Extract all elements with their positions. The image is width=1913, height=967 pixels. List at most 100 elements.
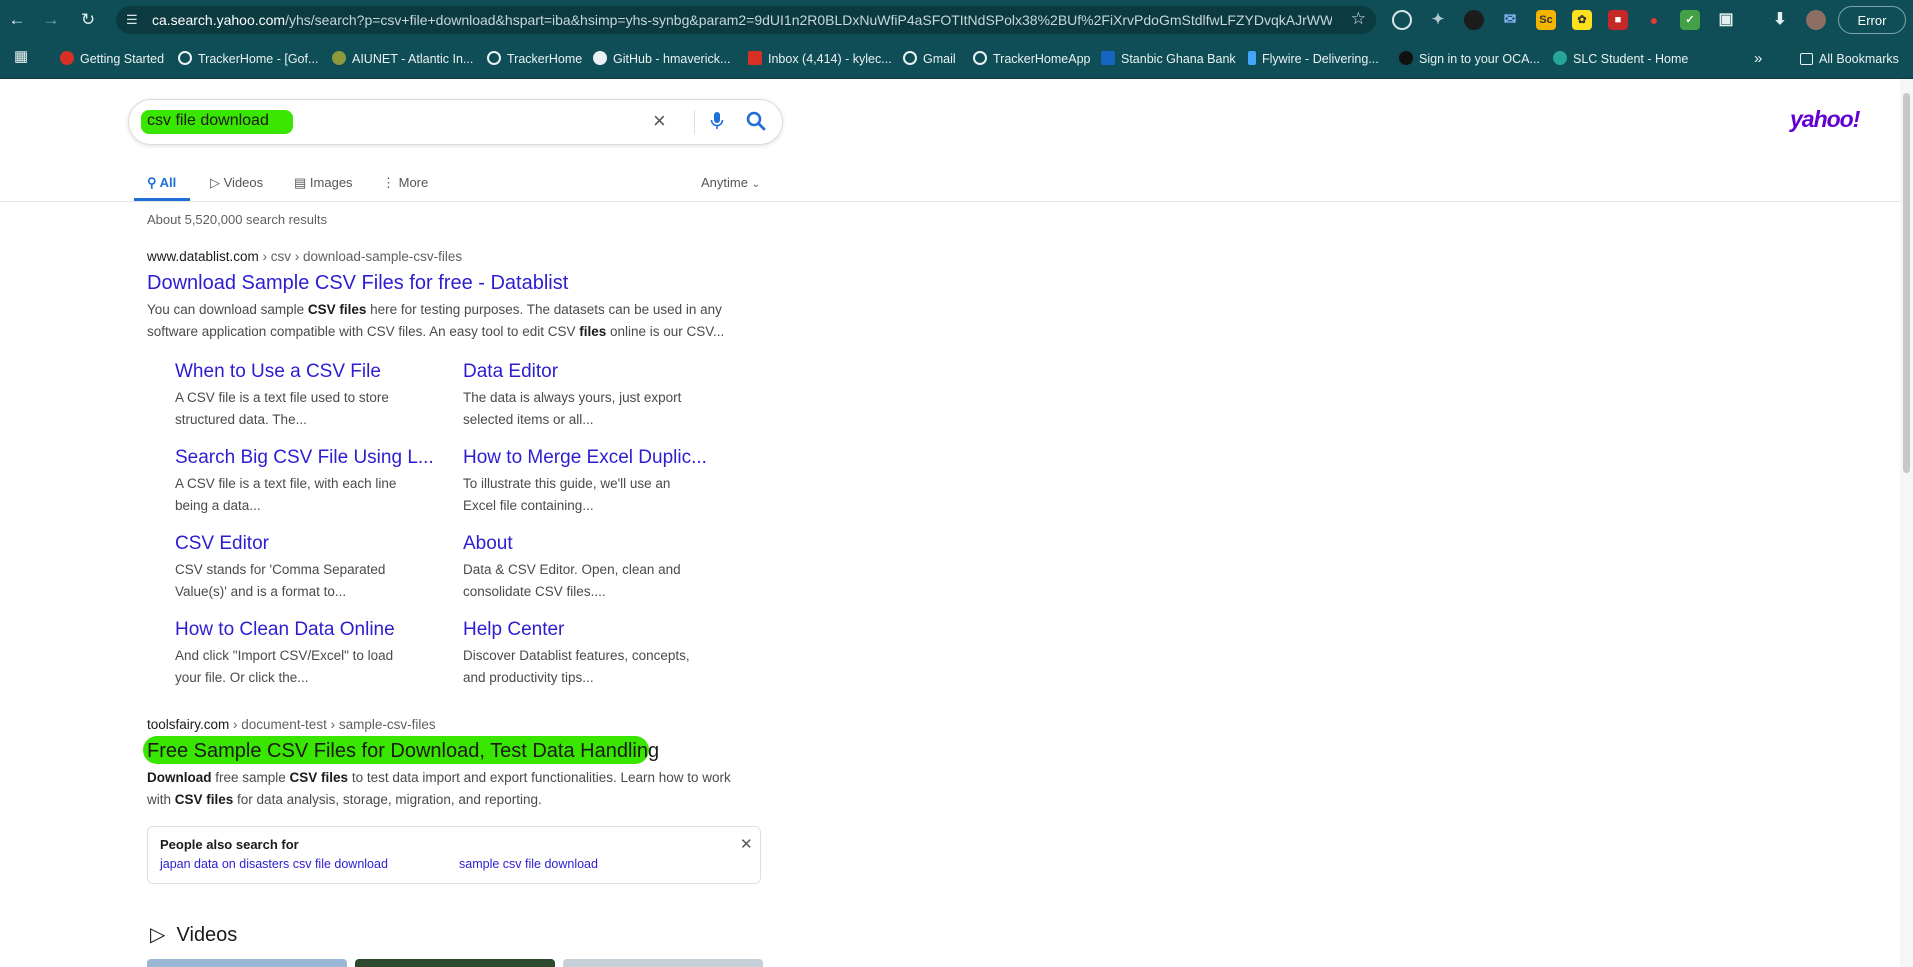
video-thumbnail[interactable] <box>563 959 763 967</box>
address-bar[interactable]: ☰ ca.search.yahoo.com/yhs/search?p=csv+f… <box>116 6 1376 34</box>
result-title[interactable]: Download Sample CSV Files for free - Dat… <box>147 272 568 295</box>
sitelink-snippet: To illustrate this guide, we'll use an E… <box>463 476 671 513</box>
bookmark-trackerhome-gof[interactable]: TrackerHome - [Gof... <box>178 50 318 68</box>
site-info-icon[interactable]: ☰ <box>126 11 144 29</box>
browser-toolbar: ← → ↻ ☰ ca.search.yahoo.com/yhs/search?p… <box>0 0 1913 40</box>
back-icon[interactable]: ← <box>6 9 28 31</box>
videos-heading[interactable]: ▷ Videos <box>150 922 237 947</box>
close-icon[interactable]: ✕ <box>740 835 753 853</box>
red-extension-icon[interactable]: ■ <box>1608 10 1628 30</box>
profile-error-button[interactable]: Error <box>1838 6 1906 34</box>
more-bookmarks-icon[interactable]: » <box>1754 50 1762 68</box>
sitelink-title[interactable]: CSV Editor <box>175 533 269 555</box>
video-thumbnail[interactable] <box>147 959 347 967</box>
sitelink-title[interactable]: Search Big CSV File Using L... <box>175 447 434 469</box>
slc-icon <box>1553 51 1567 65</box>
extensions-icon[interactable]: ▣ <box>1716 10 1736 30</box>
sitelink-title[interactable]: How to Clean Data Online <box>175 619 395 641</box>
microphone-icon[interactable] <box>710 110 724 137</box>
puzzle-extension-icon[interactable]: ✦ <box>1428 10 1448 30</box>
sitelink-snippet: Discover Datablist features, concepts, a… <box>463 648 690 685</box>
bookmark-oca[interactable]: Sign in to your OCA... <box>1399 50 1540 68</box>
bookmark-slc[interactable]: SLC Student - Home <box>1553 50 1688 68</box>
people-also-search-heading: People also search for <box>160 837 299 852</box>
flower-extension-icon[interactable]: ✿ <box>1572 10 1592 30</box>
yahoo-logo[interactable]: yahoo! <box>1790 106 1860 133</box>
gmail-icon <box>748 51 762 65</box>
sitelink-title[interactable]: How to Merge Excel Duplic... <box>463 447 707 469</box>
result-breadcrumb[interactable]: toolsfairy.com › document-test › sample-… <box>147 717 436 732</box>
globe-icon <box>973 51 987 65</box>
folder-icon <box>1800 53 1813 65</box>
profile-avatar[interactable] <box>1806 10 1826 30</box>
reload-icon[interactable]: ↻ <box>77 9 99 31</box>
tab-videos[interactable]: ▷ Videos <box>210 175 263 191</box>
download-icon[interactable]: ⬇ <box>1770 10 1790 30</box>
sitelink-snippet: The data is always yours, just export se… <box>463 390 682 427</box>
sitelink-title[interactable]: Data Editor <box>463 361 558 383</box>
bookmark-getting-started[interactable]: Getting Started <box>60 50 164 68</box>
bookmark-flywire[interactable]: Flywire - Delivering... <box>1248 50 1379 68</box>
related-search-link[interactable]: japan data on disasters csv file downloa… <box>160 857 388 871</box>
grammarly-extension-icon[interactable] <box>1392 10 1412 30</box>
sitelink-title[interactable]: Help Center <box>463 619 564 641</box>
bookmark-stanbic[interactable]: Stanbic Ghana Bank <box>1101 50 1236 68</box>
people-also-search-box: People also search for japan data on dis… <box>147 826 761 884</box>
result-title[interactable]: Free Sample CSV Files for Download, Test… <box>147 740 659 763</box>
result-breadcrumb[interactable]: www.datablist.com › csv › download-sampl… <box>147 249 462 264</box>
clear-icon[interactable]: × <box>653 108 666 134</box>
tab-images[interactable]: ▤ Images <box>294 175 353 191</box>
mail-extension-icon[interactable]: ✉ <box>1500 10 1520 30</box>
bookmarks-bar: ▦ Getting Started TrackerHome - [Gof... … <box>0 40 1913 79</box>
bookmark-inbox[interactable]: Inbox (4,414) - kylec... <box>748 50 892 68</box>
related-search-link[interactable]: sample csv file download <box>459 857 598 871</box>
all-bookmarks-button[interactable]: All Bookmarks <box>1800 50 1899 68</box>
result-count: About 5,520,000 search results <box>147 212 327 227</box>
page-scrollbar[interactable] <box>1900 79 1913 967</box>
flywire-icon <box>1248 51 1256 65</box>
bookmark-star-icon[interactable]: ☆ <box>1351 9 1366 29</box>
search-results-page: csv file download × yahoo! ⚲ All ▷ Video… <box>0 79 1913 967</box>
bookmark-aiunet[interactable]: AIUNET - Atlantic In... <box>332 50 473 68</box>
search-tabs: ⚲ All ▷ Videos ▤ Images ⋮ More Anytime ⌄ <box>0 161 1900 202</box>
green-extension-icon[interactable]: ✓ <box>1680 10 1700 30</box>
dark-extension-icon[interactable] <box>1464 10 1484 30</box>
play-icon: ▷ <box>210 175 220 190</box>
bookmark-gmail[interactable]: Gmail <box>903 50 956 68</box>
gmail-icon <box>60 51 74 65</box>
stanbic-icon <box>1101 51 1115 65</box>
sitelink-snippet: A CSV file is a text file, with each lin… <box>175 476 397 513</box>
tab-all[interactable]: ⚲ All <box>147 175 176 191</box>
bookmark-github[interactable]: GitHub - hmaverick... <box>593 50 730 68</box>
active-tab-underline <box>134 198 190 201</box>
globe-icon <box>487 51 501 65</box>
result-snippet: Download free sample CSV files to test d… <box>147 770 731 807</box>
sitelink-snippet: And click "Import CSV/Excel" to load you… <box>175 648 394 685</box>
bookmark-trackerhomeapp[interactable]: TrackerHomeApp <box>973 50 1091 68</box>
sitelink-title[interactable]: About <box>463 533 513 555</box>
apps-grid-icon[interactable]: ▦ <box>14 48 28 66</box>
search-box-divider <box>694 110 695 134</box>
aiunet-icon <box>332 51 346 65</box>
time-filter-dropdown[interactable]: Anytime ⌄ <box>701 175 760 190</box>
oc-icon <box>1399 51 1413 65</box>
search-box[interactable]: csv file download × <box>128 99 783 145</box>
scrollbar-thumb[interactable] <box>1903 93 1910 473</box>
sitelink-snippet: CSV stands for 'Comma Separated Value(s)… <box>175 562 386 599</box>
github-icon <box>593 51 607 65</box>
sitelink-title[interactable]: When to Use a CSV File <box>175 361 381 383</box>
tab-more[interactable]: ⋮ More <box>382 175 428 191</box>
search-icon[interactable] <box>745 110 767 137</box>
more-vertical-icon: ⋮ <box>382 175 395 190</box>
forward-icon[interactable]: → <box>40 9 62 31</box>
bookmark-trackerhome[interactable]: TrackerHome <box>487 50 582 68</box>
url-text[interactable]: ca.search.yahoo.com/yhs/search?p=csv+fil… <box>152 12 1332 29</box>
video-thumbnail[interactable] <box>355 959 555 967</box>
result-snippet: You can download sample CSV files here f… <box>147 302 725 339</box>
sitelink-snippet: Data & CSV Editor. Open, clean and conso… <box>463 562 681 599</box>
notification-extension-icon[interactable]: ● <box>1644 10 1664 30</box>
sc-extension-icon[interactable]: Sc <box>1536 10 1556 30</box>
globe-icon <box>903 51 917 65</box>
chevron-down-icon: ⌄ <box>751 179 760 190</box>
search-input[interactable]: csv file download <box>147 112 269 130</box>
